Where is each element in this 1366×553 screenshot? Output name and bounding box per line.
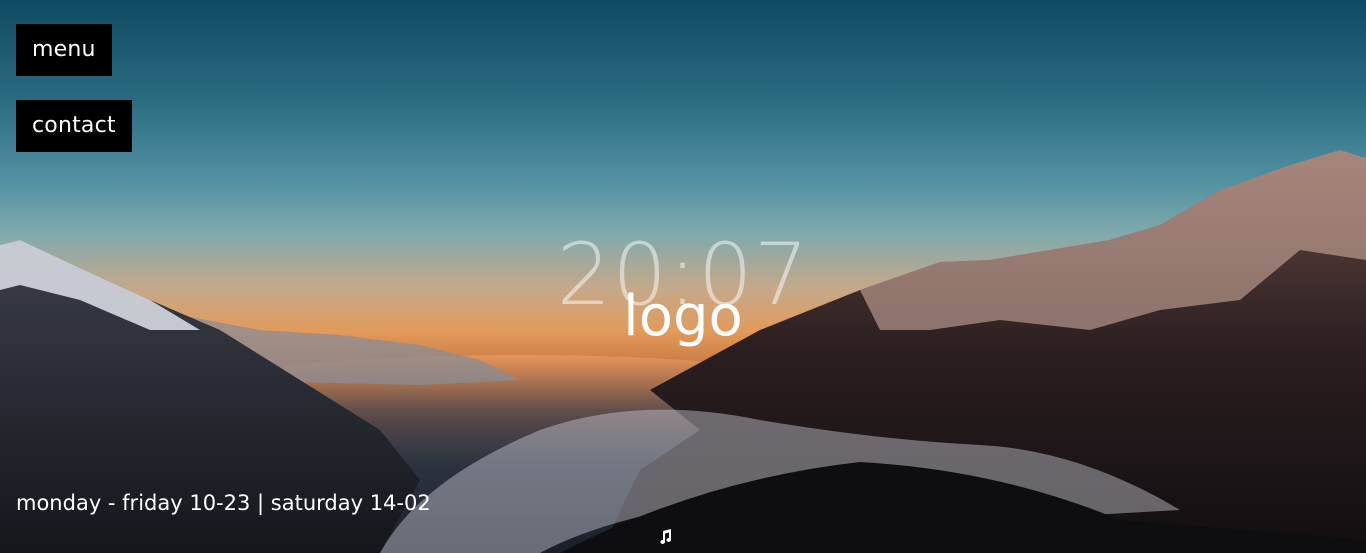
menu-button[interactable]: menu [16,24,112,76]
contact-button[interactable]: contact [16,100,132,152]
opening-hours: monday - friday 10-23 | saturday 14-02 [16,491,431,515]
music-note-icon[interactable] [657,529,673,545]
hero-background: menu contact 20:07 logo monday - friday … [0,0,1366,553]
site-logo[interactable]: logo [0,282,1366,352]
